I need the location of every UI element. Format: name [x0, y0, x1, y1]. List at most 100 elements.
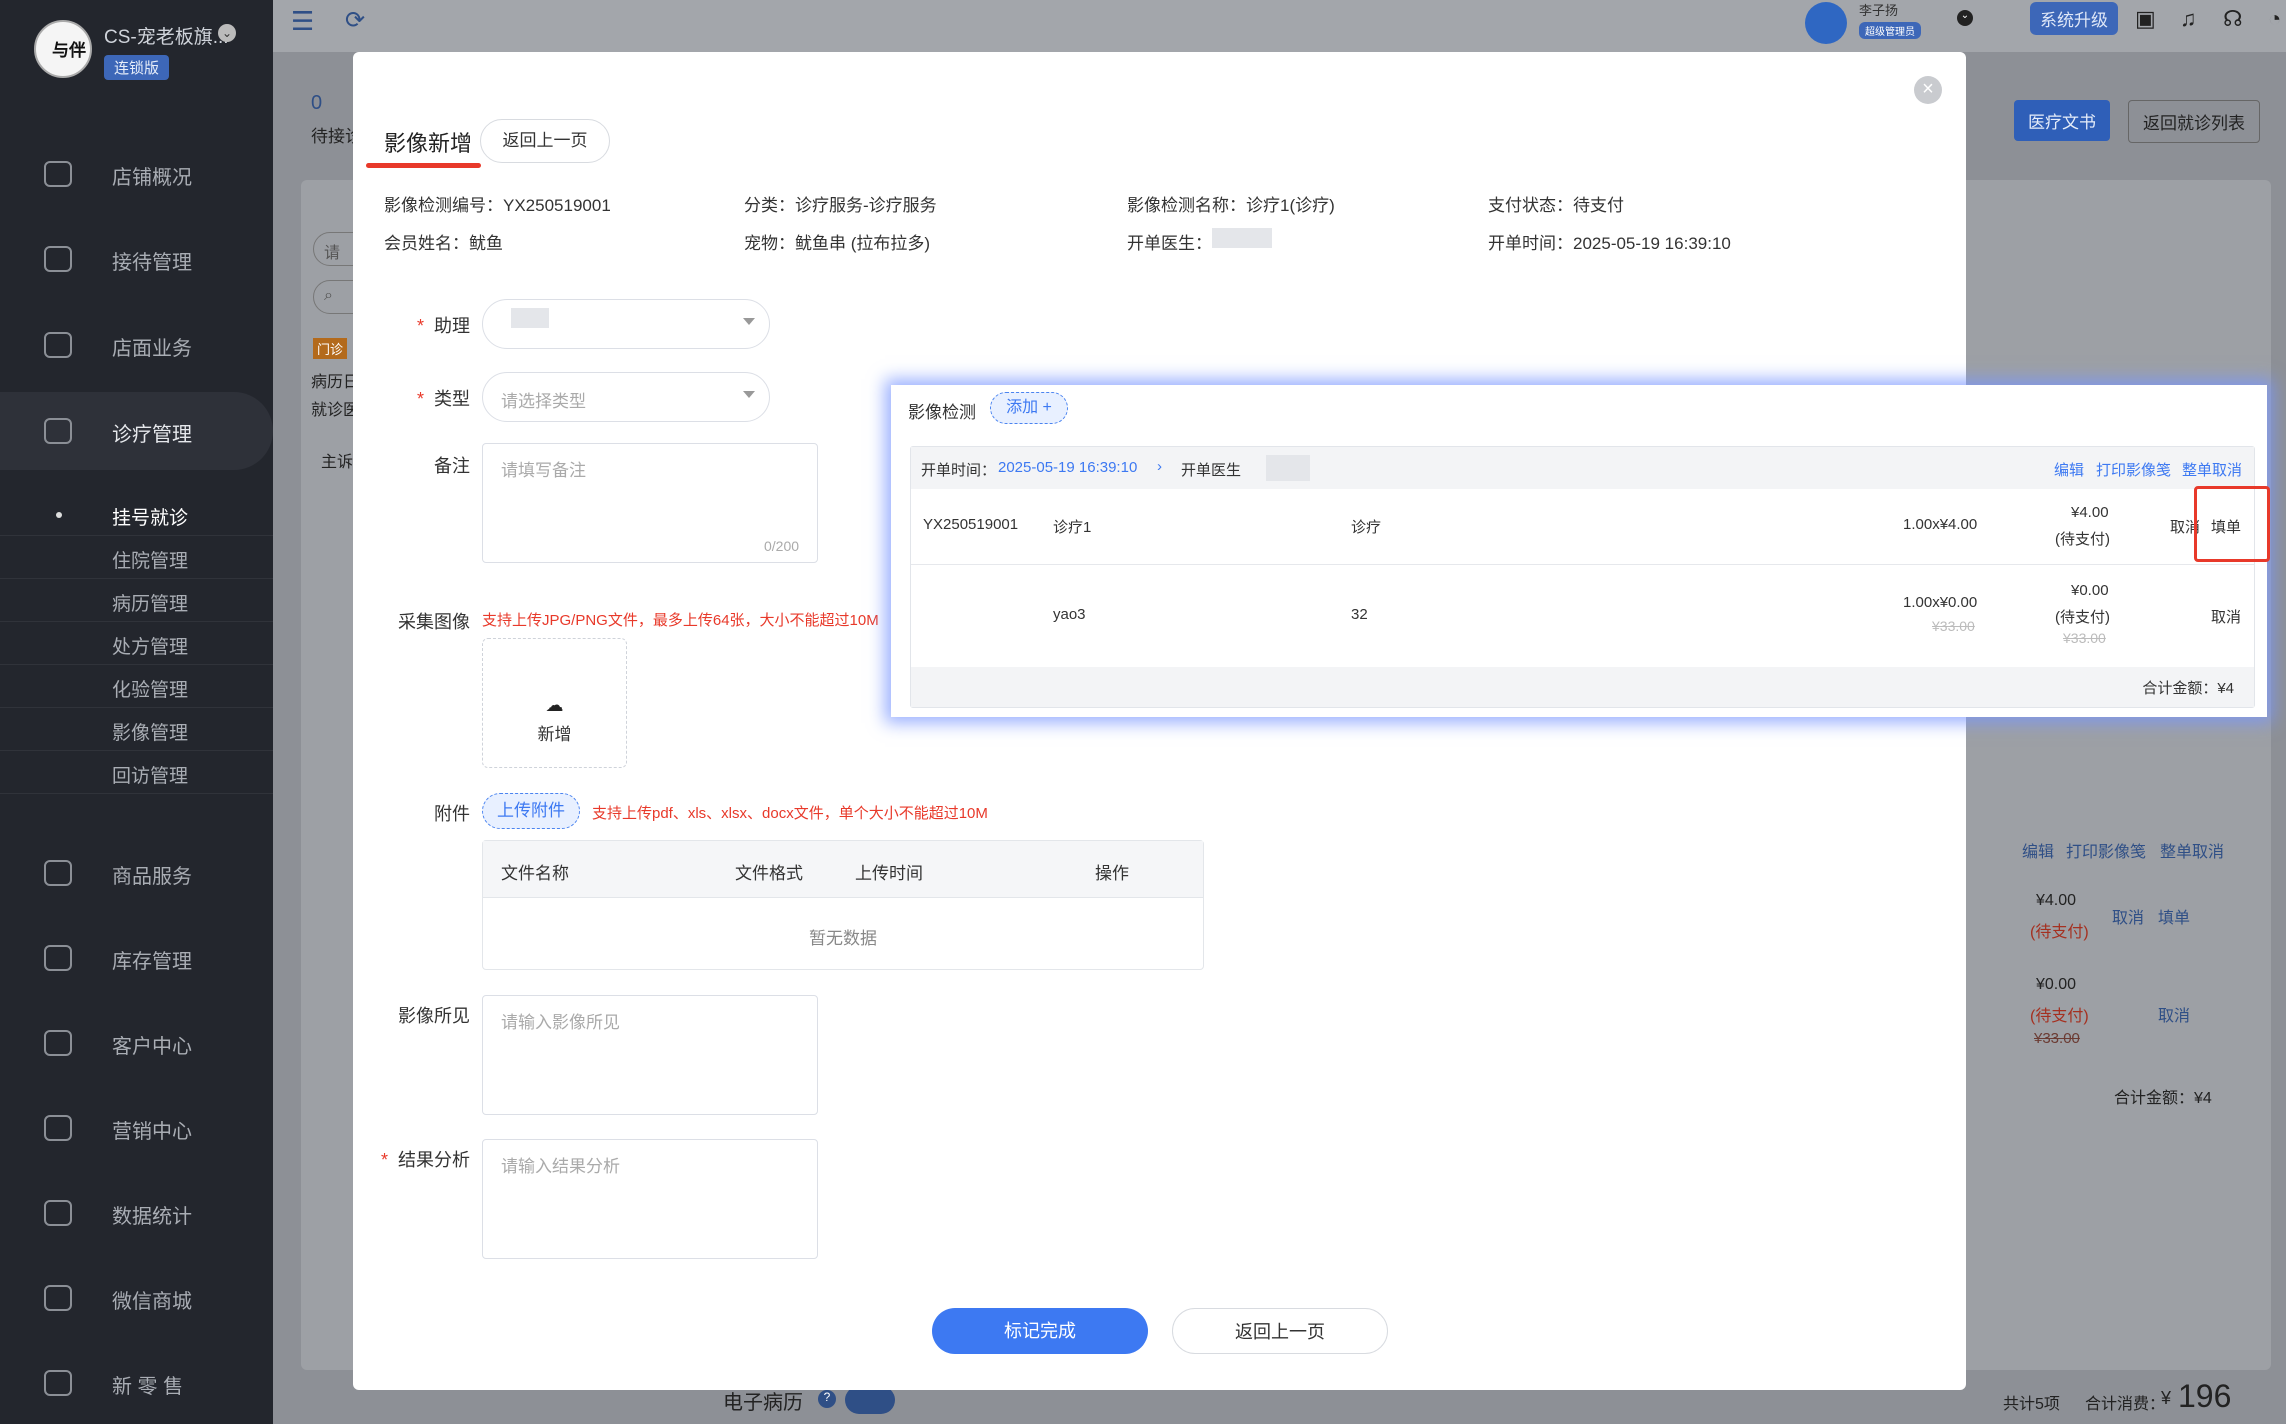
record-date-label: 病历日 [311, 374, 360, 391]
item-price: ¥0.00 [2071, 582, 2109, 599]
emr-toggle[interactable] [845, 1386, 895, 1414]
dashboard-icon [44, 161, 72, 187]
print-link[interactable]: 打印影像笺 [2096, 459, 2171, 480]
nav-item-reception[interactable]: 接待管理 [0, 220, 273, 298]
subnav-hospitalization[interactable]: 住院管理 [0, 536, 273, 579]
bell-icon[interactable]: ♫ [2180, 6, 2197, 32]
nav-item-statistics[interactable]: 数据统计 [0, 1174, 273, 1252]
info-pet: 宠物：鱿鱼串 (拉布拉多) [744, 234, 931, 253]
pay-status: (待支付) [2055, 609, 2110, 626]
nav-item-goods[interactable]: 商品服务 [0, 834, 273, 912]
result-label: * 结果分析 [380, 1150, 470, 1170]
subnav-medical-records[interactable]: 病历管理 [0, 579, 273, 622]
table-row: yao3 32 1.00x¥0.00 ¥33.00 ¥0.00 (待支付) ¥3… [911, 566, 2254, 666]
highlight-box [2194, 486, 2270, 562]
nav-item-marketing[interactable]: 营销中心 [0, 1089, 273, 1167]
column-header: 上传时间 [855, 864, 923, 883]
background-order-panel: 编辑 打印影像笺 整单取消 ¥4.00 (待支付) 取消 填单 ¥0.00 (待… [1966, 786, 2266, 1107]
imaging-panel-title: 影像检测 [908, 403, 976, 422]
open-time[interactable]: 2025-05-19 16:39:10 [998, 459, 1137, 476]
cancel-link[interactable]: 取消 [2158, 1002, 2190, 1026]
price: ¥4.00 [2036, 892, 2077, 909]
nav-item-wechat-mall[interactable]: 微信商城 [0, 1259, 273, 1337]
subnav-registration[interactable]: 挂号就诊 [0, 493, 273, 536]
column-header: 文件格式 [735, 864, 803, 883]
original-price: ¥33.00 [1932, 618, 1975, 634]
finding-textarea[interactable]: 请输入影像所见 [482, 995, 818, 1115]
subnav-prescription[interactable]: 处方管理 [0, 622, 273, 665]
menu-icon[interactable]: ☰ [291, 6, 314, 37]
info-category: 分类：诊疗服务-诊疗服务 [744, 196, 937, 215]
attachment-table: 文件名称 文件格式 上传时间 操作 暂无数据 [482, 840, 1204, 970]
column-header: 操作 [1095, 864, 1129, 883]
item-qty: 1.00x¥4.00 [1903, 516, 1978, 533]
nav-item-retail[interactable]: 新 零 售 [0, 1344, 273, 1422]
cancel-link[interactable]: 取消 [2211, 606, 2241, 627]
fill-link[interactable]: 填单 [2158, 904, 2190, 928]
image-label: 采集图像 [398, 612, 470, 632]
back-button-bottom[interactable]: 返回上一页 [1172, 1308, 1388, 1354]
item-qty: 1.00x¥0.00 [1903, 594, 1978, 611]
headset-icon[interactable]: ☊ [2223, 6, 2243, 32]
edit-link[interactable]: 编辑 [2054, 459, 2084, 480]
medical-kit-icon [44, 418, 72, 444]
top-bar: ☰ ⟳ 李子扬 超级管理员 ⌄ 系统升级 ▣ ♫ ☊ ◔ [273, 0, 2286, 52]
info-name: 影像检测名称：诊疗1(诊疗) [1127, 196, 1335, 215]
nav-item-medical[interactable]: 诊疗管理 [0, 392, 273, 470]
nav-item-overview[interactable]: 店铺概况 [0, 135, 273, 213]
edit-link[interactable]: 编辑 [2022, 838, 2054, 862]
sidebar: 与伴 CS-宠老板旗... ⌄ 连锁版 店铺概况 接待管理 店面业务 诊疗管理 … [0, 0, 273, 1424]
footer-total: 196 [2178, 1378, 2232, 1414]
type-select[interactable]: 请选择类型 [482, 372, 770, 422]
subnav-imaging[interactable]: 影像管理 [0, 708, 273, 751]
footer-total-label: 合计消费： [2085, 1396, 2166, 1413]
upgrade-button[interactable]: 系统升级 [2030, 2, 2118, 35]
chevron-right-icon[interactable]: › [1157, 458, 1162, 475]
remark-label: 备注 [434, 456, 470, 476]
pay-status: (待支付) [2030, 1008, 2089, 1025]
image-upload[interactable]: ☁ 新增 [482, 638, 627, 768]
help-icon[interactable]: ? [818, 1390, 836, 1408]
redacted-doctor [1266, 455, 1310, 481]
result-textarea[interactable]: 请输入结果分析 [482, 1139, 818, 1259]
cancel-all-link[interactable]: 整单取消 [2160, 838, 2224, 862]
nav-item-inventory[interactable]: 库存管理 [0, 919, 273, 997]
outpatient-tag: 门诊 [313, 338, 348, 359]
medical-doc-button[interactable]: 医疗文书 [2014, 100, 2110, 141]
clock-icon[interactable]: ◔ [2268, 6, 2281, 32]
user-role: 超级管理员 [1859, 22, 1921, 39]
inventory-icon [44, 945, 72, 971]
subnav-lab[interactable]: 化验管理 [0, 665, 273, 708]
close-icon[interactable]: × [1914, 76, 1942, 104]
info-pay-status: 支付状态：待支付 [1488, 196, 1624, 215]
back-button-top[interactable]: 返回上一页 [480, 119, 610, 163]
avatar[interactable] [1805, 2, 1847, 44]
doctor-label: 开单医生 [1181, 462, 1242, 479]
modal-title: 影像新增 [384, 131, 473, 156]
assistant-select[interactable] [482, 299, 770, 349]
item-name: 诊疗1 [1053, 519, 1092, 536]
chevron-down-icon[interactable]: ⌄ [1957, 10, 1973, 26]
subnav-follow-up[interactable]: 回访管理 [0, 751, 273, 794]
order-total: 合计金额：¥4 [911, 667, 2254, 707]
store-logo[interactable]: 与伴 [34, 20, 92, 78]
item-price: ¥4.00 [2071, 504, 2109, 521]
print-link[interactable]: 打印影像笺 [2066, 838, 2146, 862]
footer-count: 共计5项 [2003, 1396, 2060, 1413]
nav-item-store-business[interactable]: 店面业务 [0, 306, 273, 384]
upload-attachment-button[interactable]: 上传附件 [482, 793, 580, 829]
nav-item-customer[interactable]: 客户中心 [0, 1004, 273, 1082]
calendar-icon[interactable]: ▣ [2135, 6, 2156, 32]
back-to-list-button[interactable]: 返回就诊列表 [2128, 100, 2260, 143]
cloud-upload-icon: ☁ [545, 695, 564, 715]
finding-label: 影像所见 [398, 1006, 470, 1026]
cancel-all-link[interactable]: 整单取消 [2182, 459, 2242, 480]
cancel-link[interactable]: 取消 [2112, 904, 2144, 928]
pay-status: (待支付) [2030, 924, 2089, 941]
mark-complete-button[interactable]: 标记完成 [932, 1308, 1148, 1354]
chevron-down-icon [743, 391, 755, 398]
refresh-icon[interactable]: ⟳ [345, 6, 365, 35]
price: ¥0.00 [2036, 976, 2077, 993]
chevron-down-icon[interactable]: ⌄ [218, 24, 236, 42]
add-imaging-button[interactable]: 添加 + [990, 392, 1068, 424]
